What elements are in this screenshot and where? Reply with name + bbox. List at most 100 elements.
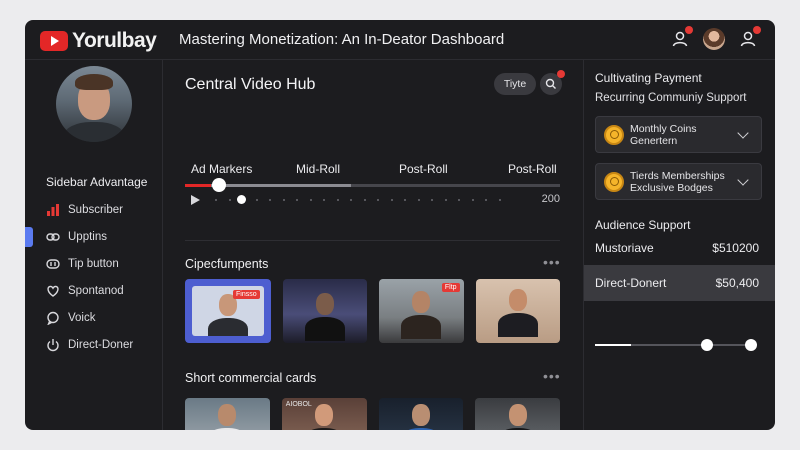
coin-icon	[604, 124, 624, 145]
video-thumbnail[interactable]: Fltp	[379, 279, 464, 343]
monthly-coins-dropdown[interactable]: Monthly Coins Genertern	[595, 116, 762, 153]
thumbnail-person	[497, 289, 538, 337]
coin-stack-icon	[45, 256, 61, 272]
sidebar-title: Sidebar Advantage	[46, 175, 148, 189]
support-slider[interactable]	[595, 339, 757, 351]
payment-panel: Cultivating Payment Recurring Communiy S…	[583, 60, 775, 430]
row-value: $50,400	[715, 276, 759, 290]
chat-icon	[45, 310, 61, 326]
profile-photo[interactable]	[56, 66, 132, 142]
played-segment	[185, 184, 211, 187]
thumbnail-person	[207, 294, 248, 336]
row-label: Direct-Donert	[595, 276, 667, 290]
person-body	[400, 428, 441, 430]
support-row[interactable]: Mustoriave $510200	[584, 231, 775, 265]
tick-dot	[350, 199, 352, 201]
components-row: Finsso Fltp	[185, 279, 561, 343]
divider	[185, 240, 560, 241]
video-thumbnail[interactable]	[282, 279, 368, 343]
sidebar-item-label: Spontanod	[68, 284, 124, 297]
tick-dot	[444, 199, 447, 201]
tick-dot	[458, 199, 460, 201]
person-head	[508, 404, 527, 426]
short-card[interactable]	[475, 398, 560, 430]
coin-icon	[604, 171, 624, 192]
person-alert-icon[interactable]	[668, 26, 693, 51]
timeline-end-value: 200	[541, 193, 560, 205]
volume-knob[interactable]	[237, 195, 246, 204]
tick-dot	[363, 199, 366, 201]
audience-title: Audience Support	[595, 218, 691, 232]
sidebar-item-subscriber[interactable]: Subscriber	[25, 196, 163, 223]
bar-chart-icon	[45, 202, 61, 218]
tick-dot	[215, 199, 217, 201]
tick-dot	[336, 199, 339, 201]
sidebar-item-upptins[interactable]: Upptins	[25, 223, 163, 250]
short-card[interactable]: AIOBOL	[281, 398, 367, 430]
app-window: Yorulbay Mastering Monetization: An In-D…	[25, 20, 775, 430]
video-thumbnail[interactable]: Finsso	[185, 279, 271, 343]
sidebar-item-label: Tip button	[68, 257, 119, 270]
sidebar-item-label: Direct-Doner	[68, 338, 134, 351]
playback-controls: 200	[185, 192, 560, 208]
support-row-highlighted[interactable]: Direct-Donert $50,400	[584, 265, 775, 301]
panel-subheading: Recurring Communiy Support	[595, 92, 747, 104]
top-bar: Yorulbay Mastering Monetization: An In-D…	[25, 20, 775, 60]
notification-dot	[557, 70, 565, 78]
card-line2: Genertern	[630, 134, 678, 147]
notification-dot	[685, 26, 693, 34]
header-actions	[668, 26, 761, 51]
tick-dot	[255, 199, 258, 201]
short-cards-title: Short commercial cards	[185, 371, 317, 385]
sidebar-item-direct-doner[interactable]: Direct-Doner	[25, 331, 163, 358]
panel-heading: Cultivating Payment	[595, 71, 702, 85]
more-options-icon[interactable]: •••	[543, 368, 561, 384]
search-button[interactable]	[540, 70, 565, 95]
thumbnail-image: Finsso	[192, 286, 264, 336]
tick-dot	[228, 199, 231, 201]
thumbnail-person	[497, 404, 538, 430]
avatar[interactable]	[702, 27, 726, 51]
slider-handle[interactable]	[701, 339, 714, 351]
more-options-icon[interactable]: •••	[543, 254, 561, 270]
card-text: Monthly Coins Genertern	[630, 123, 739, 147]
components-title: Cipecfumpents	[185, 257, 269, 271]
sidebar-item-tip-button[interactable]: Tip button	[25, 250, 163, 277]
slider-end-handle[interactable]	[745, 339, 757, 351]
short-card[interactable]	[378, 398, 464, 430]
person-head	[218, 404, 237, 426]
sidebar-item-label: Voick	[68, 311, 96, 324]
tick-dot	[498, 199, 501, 201]
memberships-dropdown[interactable]: Tierds Memberships Exclusive Bodges	[595, 163, 762, 200]
ad-timeline[interactable]	[185, 178, 560, 192]
sidebar-item-label: Subscriber	[68, 203, 123, 216]
heart-icon	[45, 283, 61, 299]
card-line2: Exclusive Bodges	[630, 181, 713, 194]
chevron-down-icon	[737, 173, 749, 186]
tick-dot	[309, 199, 312, 201]
central-video-hub: Central Video Hub Tiyte Ad Markers Mid-R…	[163, 60, 583, 430]
sidebar-item-voick[interactable]: Voick	[25, 304, 163, 331]
logo[interactable]: Yorulbay	[40, 29, 157, 53]
timeline-scrubber[interactable]	[211, 178, 226, 192]
avatar-image	[703, 28, 725, 50]
thumbnail-person	[304, 404, 345, 430]
search-icon	[545, 78, 556, 89]
timeline-ticks	[215, 199, 505, 201]
person-body	[304, 317, 345, 341]
thumbnail-tag: Finsso	[232, 290, 260, 299]
short-card[interactable]	[185, 398, 270, 430]
play-icon[interactable]	[191, 195, 200, 205]
sidebar-item-label: Upptins	[68, 230, 107, 243]
thumbnail-person	[401, 291, 442, 339]
short-cards-row: AIOBOL	[185, 398, 560, 430]
video-thumbnail[interactable]	[475, 279, 561, 343]
chevron-down-icon	[737, 126, 749, 139]
person-alert-icon[interactable]	[736, 26, 761, 51]
tick-dot	[417, 199, 420, 201]
person-body	[207, 428, 248, 430]
sidebar-item-spontanod[interactable]: Spontanod	[25, 277, 163, 304]
title-filter-button[interactable]: Tiyte	[494, 73, 536, 95]
tick-dot	[377, 199, 379, 201]
card-line1: Monthly Coins	[630, 122, 697, 135]
